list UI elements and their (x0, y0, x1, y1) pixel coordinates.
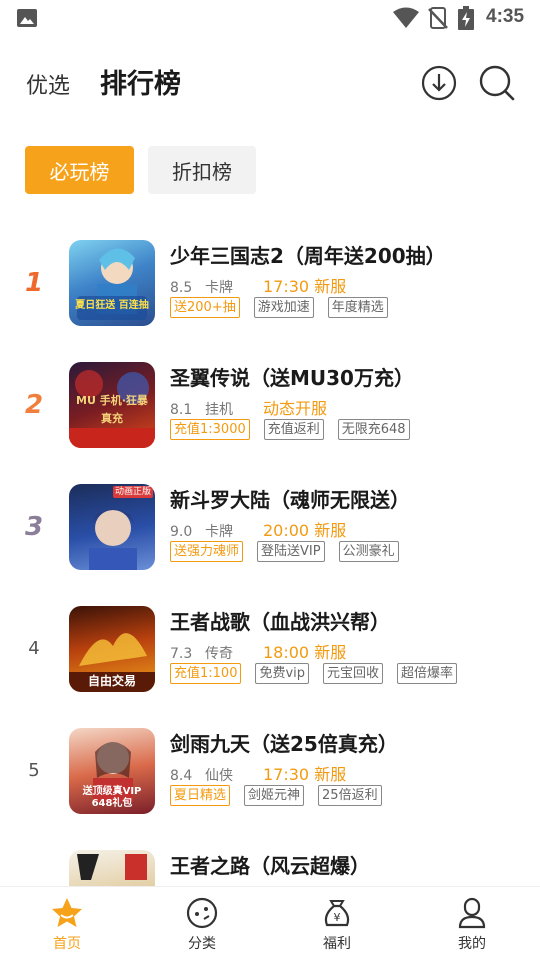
server-time: 17:30 新服 (263, 765, 347, 784)
game-thumbnail[interactable]: 自由交易 (69, 606, 155, 692)
tag: 充值1:100 (170, 663, 242, 684)
game-list-item[interactable]: 3 动画正版 新斗罗大陆（魂师无限送） 9.0 卡牌 20:00 新服 送强力魂师 … (0, 484, 540, 584)
game-title: 新斗罗大陆（魂师无限送） (170, 488, 410, 512)
tag: 送强力魂师 (170, 541, 244, 562)
download-icon[interactable] (421, 65, 457, 101)
tag: 年度精选 (327, 297, 388, 318)
tag: 游戏加速 (253, 297, 314, 318)
tag: 元宝回收 (323, 663, 384, 684)
tag-list: 充值1:3000 充值返利 无限充648 (170, 419, 410, 440)
nav-welfare[interactable]: ¥ 福利 (302, 895, 372, 953)
star-home-icon (52, 898, 82, 927)
tab-featured[interactable]: 优选 (26, 68, 70, 100)
game-meta: 8.1 挂机 动态开服 (170, 395, 327, 419)
server-time: 17:30 新服 (263, 277, 347, 296)
game-meta: 9.0 卡牌 20:00 新服 (170, 517, 346, 541)
tag: 25倍返利 (318, 785, 382, 806)
game-list-item[interactable]: 1 夏日狂送 百连抽 少年三国志2（周年送200抽） 8.5 卡牌 17:30 新服… (0, 240, 540, 340)
game-genre: 传奇 (205, 646, 233, 662)
tag-list: 送强力魂师 登陆送VIP 公测豪礼 (170, 541, 399, 562)
battery-charging-icon (458, 6, 474, 30)
tag: 无限充648 (337, 419, 410, 440)
game-score: 8.4 (170, 768, 193, 784)
nav-welfare-label: 福利 (323, 936, 351, 952)
game-score: 9.0 (170, 524, 193, 540)
game-thumbnail[interactable]: 动画正版 (69, 484, 155, 570)
wifi-icon (393, 7, 419, 28)
rank-number: 5 (28, 760, 40, 781)
thumbnail-caption: 送顶级真VIP 648礼包 (82, 786, 142, 809)
nav-category-label: 分类 (188, 936, 216, 952)
thumbnail-caption: MU 手机·狂暴真充 (76, 394, 148, 425)
game-genre: 卡牌 (205, 280, 233, 296)
tag-list: 送200+抽 游戏加速 年度精选 (170, 297, 388, 318)
nav-category[interactable]: 分类 (167, 895, 237, 953)
nav-mine-label: 我的 (458, 936, 486, 952)
tag: 公测豪礼 (338, 541, 399, 562)
game-list-item[interactable]: 4 自由交易 王者战歌（血战洪兴帮） 7.3 传奇 18:00 新服 充值1:100… (0, 606, 540, 706)
game-meta: 8.4 仙侠 17:30 新服 (170, 761, 346, 785)
thumbnail-caption: 动画正版 (113, 486, 153, 498)
compass-category-icon (186, 897, 218, 929)
tab-ranking[interactable]: 排行榜 (100, 62, 181, 101)
game-score: 8.5 (170, 280, 193, 296)
game-thumbnail[interactable]: MU 手机·狂暴真充 (69, 362, 155, 448)
game-thumbnail[interactable]: 送顶级真VIP 648礼包 (69, 728, 155, 814)
game-meta: 8.5 卡牌 17:30 新服 (170, 273, 346, 297)
rank-number: 3 (24, 512, 44, 542)
tag-list: 夏日精选 剑姬元神 25倍返利 (170, 785, 382, 806)
game-title: 剑雨九天（送25倍真充） (170, 732, 398, 756)
chip-must-play[interactable]: 必玩榜 (25, 146, 134, 194)
thumbnail-caption: 夏日狂送 百连抽 (75, 300, 149, 311)
game-meta: 7.3 传奇 18:00 新服 (170, 639, 346, 663)
bottom-nav: 首页 分类 ¥ 福利 我的 (0, 886, 540, 960)
game-list-item[interactable]: 5 送顶级真VIP 648礼包 剑雨九天（送25倍真充） 8.4 仙侠 17:30 … (0, 728, 540, 828)
tag: 充值返利 (263, 419, 324, 440)
tag: 充值1:3000 (170, 419, 250, 440)
status-bar: 4:35 (0, 0, 540, 36)
money-bag-icon: ¥ (324, 900, 350, 927)
game-thumbnail[interactable]: 夏日狂送 百连抽 (69, 240, 155, 326)
search-icon[interactable] (478, 64, 516, 102)
game-genre: 仙侠 (205, 768, 233, 784)
image-notification-icon (17, 9, 37, 27)
game-genre: 卡牌 (205, 524, 233, 540)
server-time: 18:00 新服 (263, 643, 347, 662)
game-title: 王者之路（风云超爆） (170, 854, 370, 878)
server-time: 动态开服 (263, 399, 328, 418)
tag: 免费vip (255, 663, 310, 684)
rank-number: 2 (24, 390, 44, 420)
game-thumbnail[interactable] (69, 850, 155, 886)
no-signal-icon (428, 7, 448, 29)
tag: 超倍爆率 (397, 663, 458, 684)
clock-time: 4:35 (486, 6, 525, 27)
user-profile-icon (458, 897, 486, 929)
chip-discount[interactable]: 折扣榜 (148, 146, 256, 194)
tag: 夏日精选 (170, 785, 231, 806)
game-genre: 挂机 (205, 402, 233, 418)
rank-number: 4 (28, 638, 40, 659)
game-title: 少年三国志2（周年送200抽） (170, 244, 446, 268)
tag: 登陆送VIP (257, 541, 325, 562)
tag: 送200+抽 (170, 297, 240, 318)
thumbnail-caption: 自由交易 (87, 674, 136, 688)
tag: 剑姬元神 (244, 785, 305, 806)
game-score: 8.1 (170, 402, 193, 418)
svg-text:¥: ¥ (334, 911, 341, 924)
tag-list: 充值1:100 免费vip 元宝回收 超倍爆率 (170, 663, 458, 684)
nav-mine[interactable]: 我的 (437, 895, 507, 953)
game-list-item[interactable]: 王者之路（风云超爆） (0, 850, 540, 886)
rank-number: 1 (24, 268, 44, 298)
server-time: 20:00 新服 (263, 521, 347, 540)
nav-home-label: 首页 (53, 936, 81, 952)
game-list-item[interactable]: 2 MU 手机·狂暴真充 圣翼传说（送MU30万充） 8.1 挂机 动态开服 充值1… (0, 362, 540, 462)
game-title: 圣翼传说（送MU30万充） (170, 366, 414, 390)
game-title: 王者战歌（血战洪兴帮） (170, 610, 390, 634)
game-score: 7.3 (170, 646, 193, 662)
nav-home[interactable]: 首页 (32, 895, 102, 953)
